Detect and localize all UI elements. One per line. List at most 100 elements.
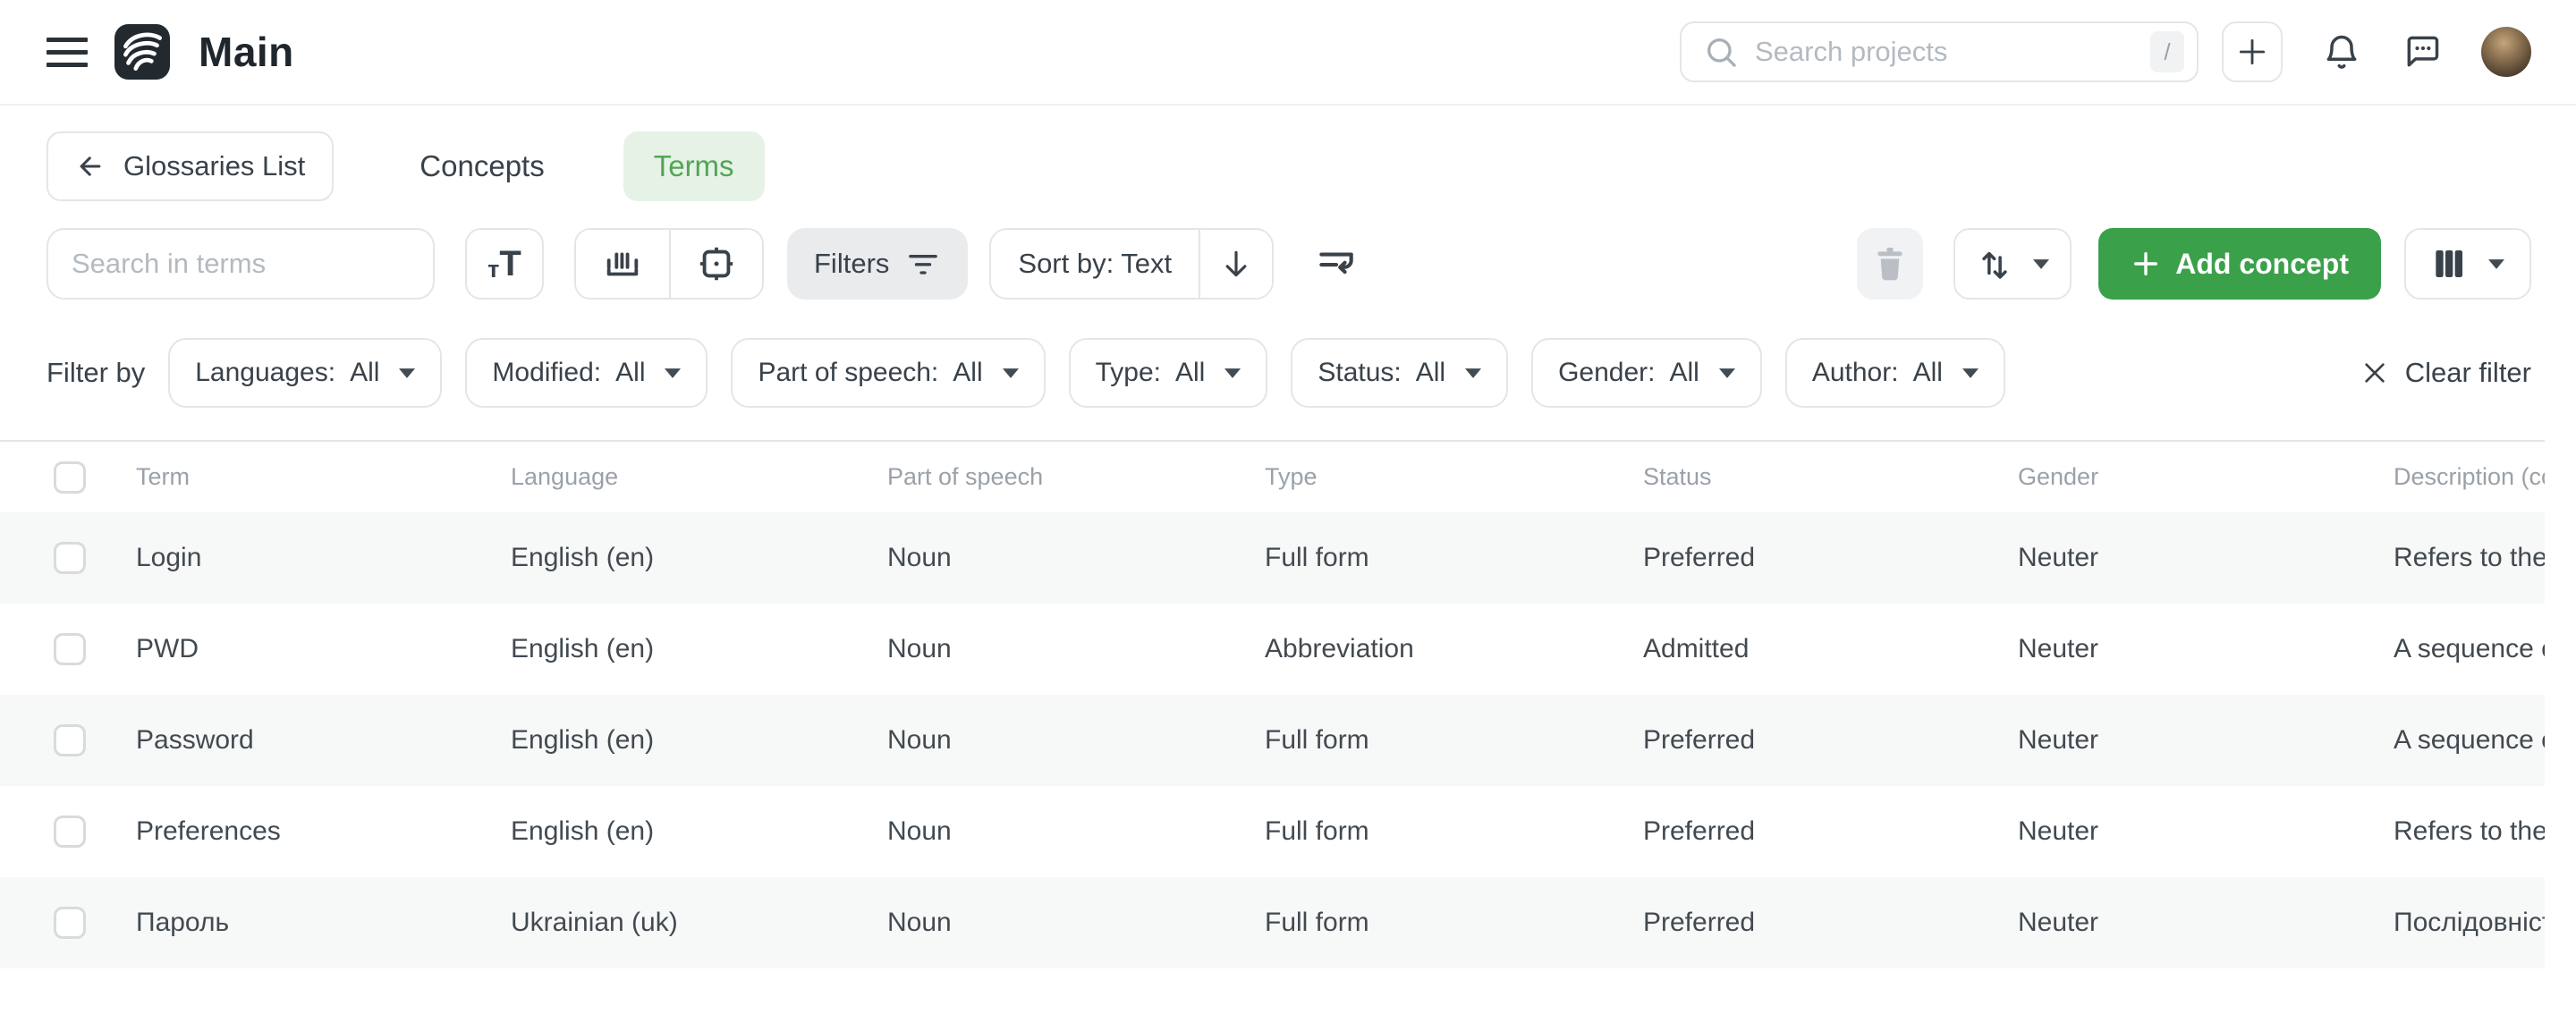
sort-direction-button[interactable] (1199, 230, 1272, 298)
tab-terms[interactable]: Terms (623, 131, 765, 201)
column-header-status: Status (1643, 463, 2018, 491)
glossary-nav: Glossaries List Concepts Terms (47, 131, 2531, 201)
cell-status: Preferred (1643, 543, 2018, 573)
chip-value: All (953, 358, 982, 388)
filter-chip-part-of-speech[interactable]: Part of speech:All (731, 338, 1045, 408)
cell-gender: Neuter (2018, 634, 2394, 664)
sort-up-down-icon (1976, 245, 2013, 283)
cell-part-of-speech: Noun (887, 908, 1265, 938)
chip-value: All (1416, 358, 1445, 388)
sort-by-button[interactable]: Sort by: Text (991, 230, 1199, 298)
cell-status: Preferred (1643, 908, 2018, 938)
cell-gender: Neuter (2018, 908, 2394, 938)
filter-chip-modified[interactable]: Modified:All (465, 338, 708, 408)
cell-term: Пароль (136, 908, 511, 938)
row-checkbox[interactable] (54, 815, 86, 848)
column-header-term: Term (136, 463, 511, 491)
chevron-down-icon (1465, 368, 1481, 378)
cell-term: PWD (136, 634, 511, 664)
topbar: Main / (0, 0, 2576, 106)
cell-language: English (en) (511, 816, 887, 847)
row-checkbox-cell (0, 907, 136, 939)
cell-type: Full form (1265, 908, 1643, 938)
back-to-glossaries-button[interactable]: Glossaries List (47, 131, 334, 201)
import-export-button[interactable] (1953, 228, 2072, 300)
tab-concepts[interactable]: Concepts (389, 131, 574, 201)
cell-language: English (en) (511, 634, 887, 664)
chip-label: Gender: (1558, 358, 1655, 388)
table-row[interactable]: PasswordEnglish (en)NounFull formPreferr… (0, 695, 2545, 786)
select-all-checkbox[interactable] (54, 461, 86, 494)
exact-match-button[interactable] (669, 230, 762, 298)
column-header-type: Type (1265, 463, 1643, 491)
cell-term: Preferences (136, 816, 511, 847)
terms-search-input[interactable] (47, 228, 435, 300)
exact-match-icon (696, 243, 737, 284)
match-case-button[interactable]: тT (465, 228, 544, 300)
cell-type: Full form (1265, 543, 1643, 573)
whole-word-button[interactable] (576, 230, 669, 298)
hamburger-menu-icon[interactable] (47, 38, 88, 67)
columns-settings-button[interactable] (2404, 228, 2531, 300)
wrap-lines-icon (1314, 241, 1359, 286)
cell-gender: Neuter (2018, 725, 2394, 756)
chip-value: All (1913, 358, 1943, 388)
create-project-button[interactable] (2222, 21, 2283, 82)
filter-chip-gender[interactable]: Gender:All (1531, 338, 1762, 408)
column-header-description-co: Description (co (2394, 463, 2545, 491)
filter-chip-status[interactable]: Status:All (1291, 338, 1508, 408)
chip-label: Languages: (195, 358, 335, 388)
table-row[interactable]: PWDEnglish (en)NounAbbreviationAdmittedN… (0, 604, 2545, 695)
chip-value: All (1175, 358, 1205, 388)
user-avatar[interactable] (2481, 27, 2531, 77)
terms-table: TermLanguagePart of speechTypeStatusGend… (0, 440, 2545, 968)
cell-gender: Neuter (2018, 543, 2394, 573)
column-header-gender: Gender (2018, 463, 2394, 491)
chevron-down-icon (665, 368, 681, 378)
add-concept-button[interactable]: Add concept (2098, 228, 2381, 300)
clear-filter-button[interactable]: Clear filter (2360, 357, 2531, 389)
filters-button[interactable]: Filters (787, 228, 968, 300)
chevron-down-icon (1962, 368, 1979, 378)
wrap-rows-button[interactable] (1311, 239, 1361, 289)
table-header-row: TermLanguagePart of speechTypeStatusGend… (0, 442, 2545, 512)
table-row[interactable]: PreferencesEnglish (en)NounFull formPref… (0, 786, 2545, 877)
chevron-down-icon (399, 368, 415, 378)
cell-language: English (en) (511, 725, 887, 756)
notifications-button[interactable] (2322, 32, 2361, 72)
header-checkbox-cell (0, 461, 136, 494)
chip-label: Author: (1812, 358, 1899, 388)
table-row[interactable]: LoginEnglish (en)NounFull formPreferredN… (0, 512, 2545, 604)
chevron-down-icon (2488, 259, 2504, 269)
messages-button[interactable] (2402, 32, 2442, 72)
search-shortcut-badge: / (2150, 31, 2184, 72)
row-checkbox[interactable] (54, 542, 86, 574)
chip-label: Type: (1096, 358, 1161, 388)
project-search-input[interactable] (1755, 36, 2150, 68)
table-body: LoginEnglish (en)NounFull formPreferredN… (0, 512, 2545, 968)
search-icon (1703, 34, 1739, 70)
cell-language: Ukrainian (uk) (511, 908, 887, 938)
project-search[interactable]: / (1680, 21, 2199, 82)
cell-description: Refers to the (2394, 816, 2545, 847)
row-checkbox[interactable] (54, 724, 86, 756)
delete-selected-button[interactable] (1857, 228, 1923, 300)
sort-control: Sort by: Text (989, 228, 1274, 300)
arrow-down-icon (1219, 247, 1253, 281)
whole-word-icon (602, 243, 643, 284)
terms-toolbar: тT Filters Sort by: Text (47, 228, 2531, 300)
cell-language: English (en) (511, 543, 887, 573)
chip-label: Modified: (492, 358, 601, 388)
row-checkbox-cell (0, 542, 136, 574)
filter-chip-languages[interactable]: Languages: All (168, 338, 442, 408)
filter-by-label: Filter by (47, 357, 145, 389)
row-checkbox[interactable] (54, 907, 86, 939)
row-checkbox[interactable] (54, 633, 86, 665)
filters-button-label: Filters (814, 248, 889, 280)
table-row[interactable]: ПарольUkrainian (uk)NounFull formPreferr… (0, 877, 2545, 968)
filter-chip-author[interactable]: Author: All (1785, 338, 2005, 408)
clear-filter-label: Clear filter (2405, 357, 2531, 389)
toolbar-right-actions: Add concept (1857, 228, 2531, 300)
filter-chip-type[interactable]: Type: All (1069, 338, 1268, 408)
chip-value: All (350, 358, 379, 388)
